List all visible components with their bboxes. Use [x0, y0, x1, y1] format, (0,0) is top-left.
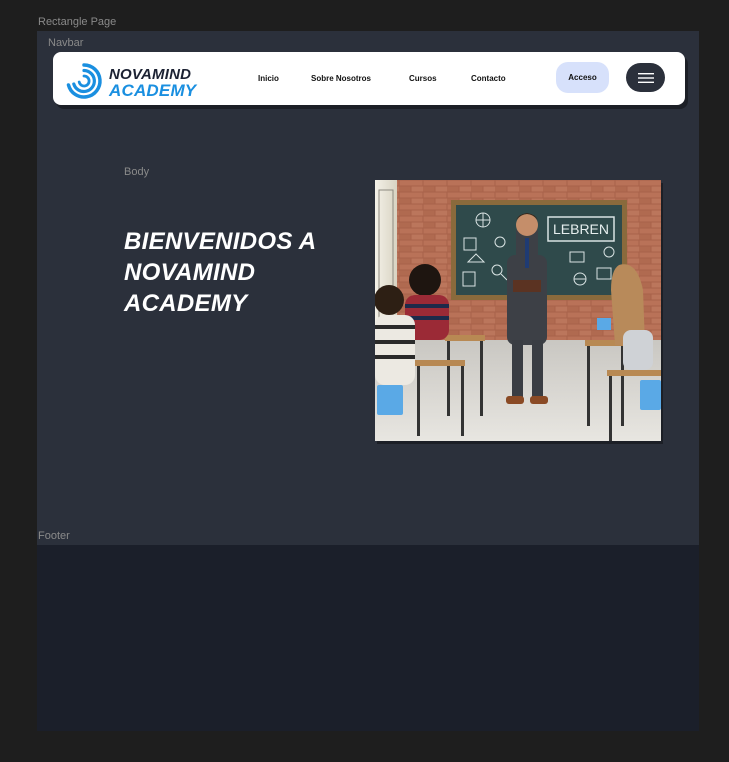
frame-label-page: Rectangle Page [38, 16, 117, 28]
nav-link-inicio[interactable]: Inicio [258, 74, 279, 83]
nav-link-sobre-nosotros[interactable]: Sobre Nosotros [311, 74, 371, 83]
login-button[interactable]: Acceso [556, 62, 609, 93]
navbar: NOVAMIND ACADEMY Inicio Sobre Nosotros C… [53, 52, 685, 105]
footer [37, 545, 699, 731]
classroom-illustration: LEBREN [375, 180, 661, 441]
logo-wordmark: NOVAMIND ACADEMY [109, 67, 197, 100]
blackboard-text: LEBREN [553, 221, 609, 237]
nav-link-cursos[interactable]: Cursos [409, 74, 437, 83]
frame-label-navbar: Navbar [48, 37, 84, 49]
frame-label-footer: Footer [38, 530, 70, 542]
menu-button[interactable] [626, 63, 665, 92]
nav-link-contacto[interactable]: Contacto [471, 74, 506, 83]
hero-classroom-image: LEBREN [375, 180, 661, 441]
frame-label-body: Body [124, 166, 150, 178]
brand-logo[interactable]: NOVAMIND ACADEMY [63, 60, 203, 100]
logo-line-2: ACADEMY [109, 81, 197, 100]
logo-swirl-icon [66, 63, 102, 99]
hero-title: BIENVENIDOS A NOVAMIND ACADEMY [124, 228, 316, 317]
hamburger-icon [637, 72, 654, 83]
